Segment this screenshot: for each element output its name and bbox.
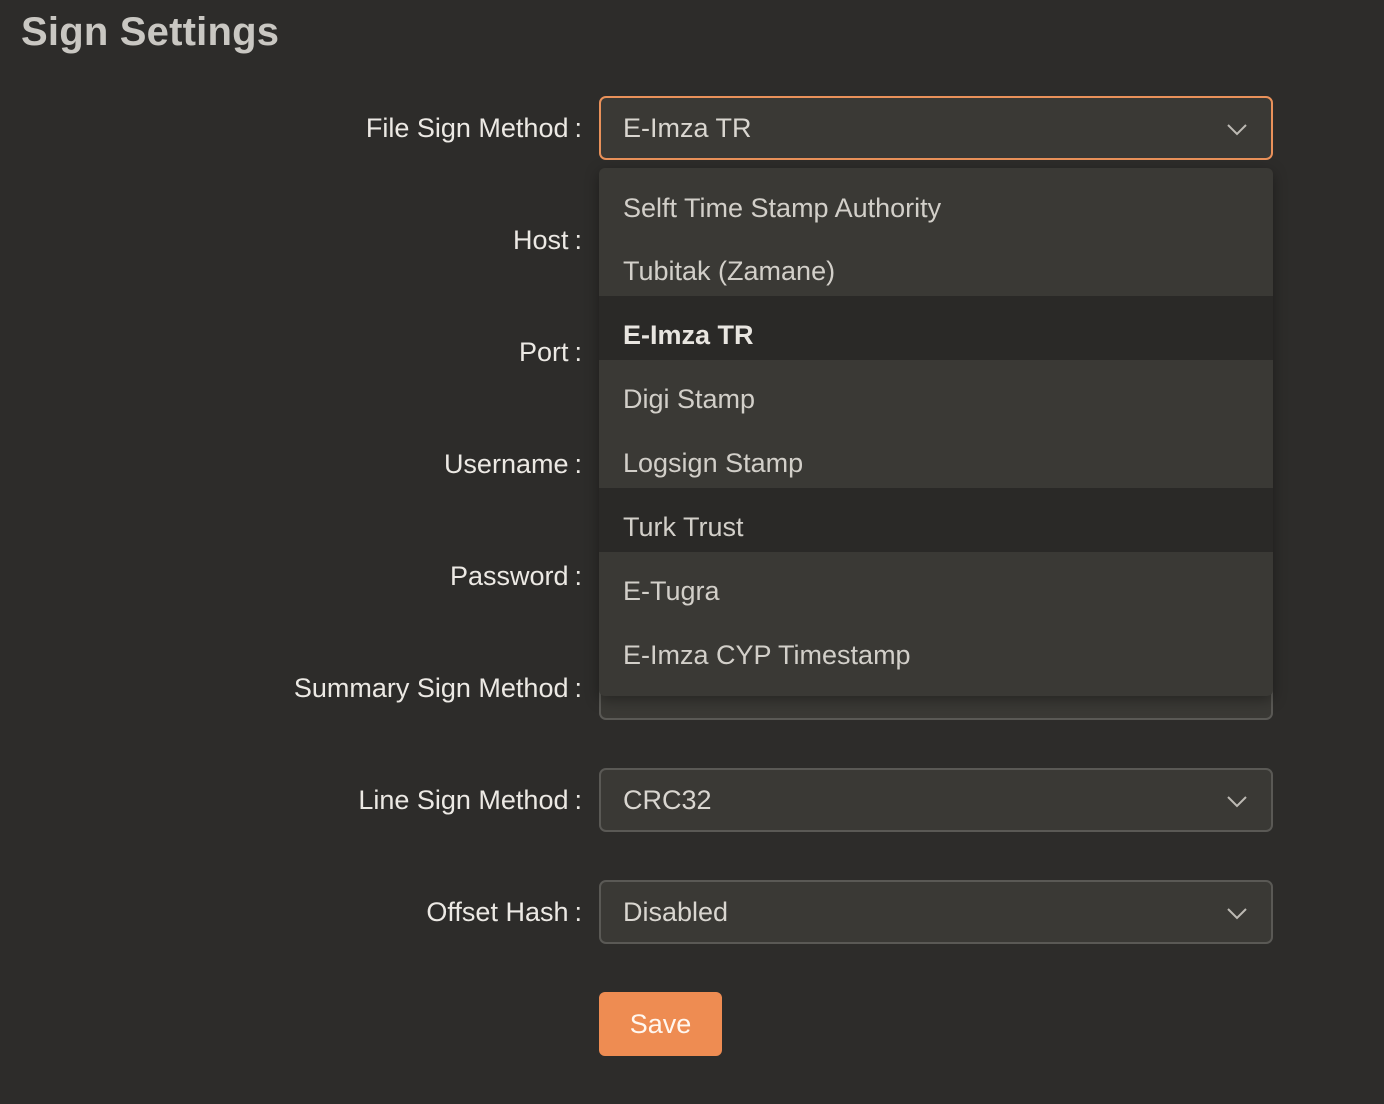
dropdown-option-hovered[interactable]: Turk Trust — [599, 488, 1273, 552]
dropdown-scroll-overflow — [599, 680, 1273, 696]
dropdown-option[interactable]: Selft Time Stamp Authority — [599, 168, 1273, 232]
port-label: Port: — [518, 337, 582, 367]
chevron-down-icon — [1227, 796, 1247, 808]
file-sign-method-select[interactable]: E-Imza TR — [599, 96, 1273, 160]
file-sign-method-dropdown: Selft Time Stamp Authority Tubitak (Zama… — [599, 168, 1273, 696]
dropdown-option[interactable]: E-Imza CYP Timestamp — [599, 616, 1273, 680]
dropdown-option-selected[interactable]: E-Imza TR — [599, 296, 1273, 360]
file-sign-method-value: E-Imza TR — [623, 113, 752, 143]
host-label: Host: — [512, 225, 582, 255]
chevron-down-icon — [1227, 908, 1247, 920]
offset-hash-label: Offset Hash: — [426, 897, 582, 927]
line-sign-method-value: CRC32 — [623, 785, 712, 815]
dropdown-option[interactable]: Logsign Stamp — [599, 424, 1273, 488]
line-sign-method-select[interactable]: CRC32 — [599, 768, 1273, 832]
dropdown-option[interactable]: Tubitak (Zamane) — [599, 232, 1273, 296]
password-label: Password: — [449, 561, 582, 591]
line-sign-method-row: Line Sign Method: CRC32 — [0, 768, 1384, 832]
line-sign-method-label: Line Sign Method: — [358, 785, 582, 815]
file-sign-method-label: File Sign Method: — [365, 113, 582, 143]
offset-hash-value: Disabled — [623, 897, 729, 927]
save-button[interactable]: Save — [599, 992, 722, 1056]
dropdown-option[interactable]: Digi Stamp — [599, 360, 1273, 424]
username-label: Username: — [443, 449, 582, 479]
offset-hash-row: Offset Hash: Disabled — [0, 880, 1384, 944]
file-sign-method-row: File Sign Method: E-Imza TR — [0, 96, 1384, 160]
dropdown-option[interactable]: E-Tugra — [599, 552, 1273, 616]
chevron-down-icon — [1227, 124, 1247, 136]
offset-hash-select[interactable]: Disabled — [599, 880, 1273, 944]
page-title: Sign Settings — [21, 10, 280, 54]
summary-sign-method-label: Summary Sign Method: — [293, 673, 582, 703]
sign-settings-page: Sign Settings File Sign Method: E-Imza T… — [0, 0, 1384, 1104]
